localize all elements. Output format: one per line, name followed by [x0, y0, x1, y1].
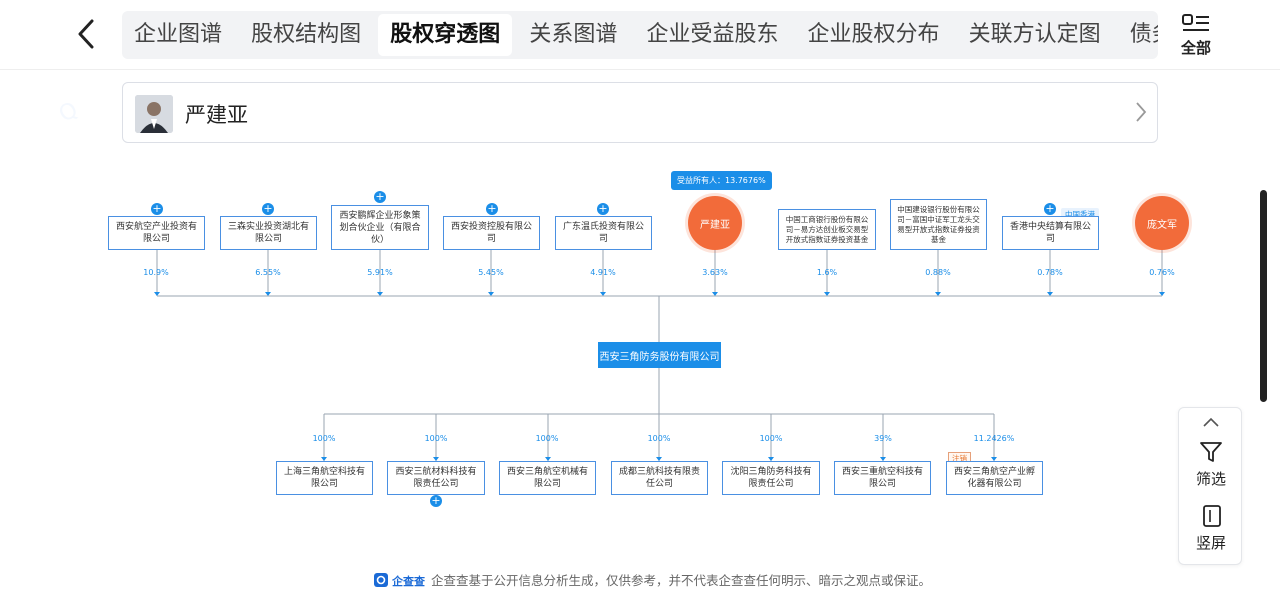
arrow-head: [600, 292, 606, 296]
portrait-rotate-icon: [1203, 505, 1221, 527]
arrow-head: [1159, 292, 1165, 296]
tab-equity-structure[interactable]: 股权结构图: [239, 11, 373, 59]
target-company-node[interactable]: 西安三角防务股份有限公司: [598, 342, 721, 368]
brand-name: 企查查: [392, 575, 425, 588]
shareholder-node[interactable]: 广东温氏投资有限公司: [555, 216, 652, 250]
portrait-label: 竖屏: [1195, 534, 1226, 552]
holding-percent: 100%: [647, 434, 671, 443]
back-button[interactable]: [68, 16, 104, 52]
expand-button[interactable]: +: [486, 203, 498, 215]
holding-percent: 100%: [535, 434, 559, 443]
share-percent: 3.63%: [702, 268, 728, 277]
share-percent: 5.91%: [367, 268, 393, 277]
expand-button[interactable]: +: [597, 203, 609, 215]
collapse-button[interactable]: [1179, 414, 1243, 432]
app-root: Q Q Q 企业图谱 股权结构图 股权穿透图 关系图谱 企业受益股东 企业股权分…: [0, 0, 1280, 591]
person-node[interactable]: 严建亚: [688, 196, 742, 250]
holding-percent: 11.2426%: [973, 434, 1015, 443]
share-percent: 5.45%: [478, 268, 504, 277]
share-percent: 0.78%: [1037, 268, 1063, 277]
share-percent: 1.6%: [816, 268, 838, 277]
chevron-up-icon: [1203, 417, 1219, 427]
chevron-right-icon: [1135, 101, 1147, 127]
holding-percent: 100%: [312, 434, 336, 443]
person-node[interactable]: 庞文军: [1135, 196, 1189, 250]
arrow-head: [265, 292, 271, 296]
subsidiary-node[interactable]: 西安三航材料科技有限责任公司: [387, 461, 485, 495]
share-percent: 0.76%: [1149, 268, 1175, 277]
tab-equity-penetration[interactable]: 股权穿透图: [378, 14, 513, 56]
side-toolbar: 筛选 竖屏: [1178, 407, 1242, 565]
tab-bar: 企业图谱 股权结构图 股权穿透图 关系图谱 企业受益股东 企业股权分布 关联方认…: [122, 11, 1158, 59]
holding-percent: 100%: [424, 434, 448, 443]
tab-relation-graph[interactable]: 关系图谱: [517, 11, 629, 59]
disclaimer: 企查查 企查查基于公开信息分析生成，仅供参考，并不代表企查查任何明示、暗示之观点或…: [374, 570, 931, 590]
arrow-head: [824, 292, 830, 296]
shareholder-node[interactable]: 香港中央结算有限公司: [1002, 216, 1099, 250]
shareholder-node[interactable]: 中国建设银行股份有限公司－富国中证军工龙头交易型开放式指数证券投资基金: [890, 199, 987, 250]
shareholder-node[interactable]: 三森实业投资湖北有限公司: [220, 216, 317, 250]
share-percent: 4.91%: [590, 268, 616, 277]
top-bar: 企业图谱 股权结构图 股权穿透图 关系图谱 企业受益股东 企业股权分布 关联方认…: [0, 0, 1280, 70]
holding-percent: 100%: [759, 434, 783, 443]
arrow-head: [1047, 292, 1053, 296]
all-tabs-label: 全部: [1180, 39, 1211, 57]
tab-related-party[interactable]: 关联方认定图: [957, 11, 1113, 59]
filter-icon: [1200, 442, 1222, 462]
expand-button[interactable]: +: [430, 495, 442, 507]
qcc-logo-icon: [374, 573, 388, 590]
shareholder-node[interactable]: 西安鹏辉企业形象策划合伙企业（有限合伙）: [331, 205, 429, 250]
equity-penetration-diagram: 受益所有人：13.7676% + 西安航空产业投资有限公司 10.9% + 三森…: [0, 150, 1260, 570]
arrow-head: [935, 292, 941, 296]
tab-equity-distribution[interactable]: 企业股权分布: [796, 11, 952, 59]
shareholder-node[interactable]: 西安投资控股有限公司: [443, 216, 540, 250]
expand-button[interactable]: +: [151, 203, 163, 215]
arrow-head: [712, 292, 718, 296]
subsidiary-node[interactable]: 西安三重航空科技有限公司: [834, 461, 931, 495]
subsidiary-node[interactable]: 沈阳三角防务科技有限责任公司: [722, 461, 820, 495]
subsidiary-node[interactable]: 成都三航科技有限责任公司: [611, 461, 708, 495]
subsidiary-node[interactable]: 西安三角航空机械有限公司: [499, 461, 596, 495]
expand-button[interactable]: +: [262, 203, 274, 215]
disclaimer-text: 企查查基于公开信息分析生成，仅供参考，并不代表企查查任何明示、暗示之观点或保证。: [431, 573, 932, 588]
filter-label: 筛选: [1195, 470, 1226, 488]
share-percent: 6.55%: [255, 268, 281, 277]
arrow-head: [154, 292, 160, 296]
person-name: 严建亚: [185, 103, 248, 127]
filter-button[interactable]: 筛选: [1179, 440, 1243, 489]
arrow-head: [377, 292, 383, 296]
subsidiary-node[interactable]: 西安三角航空产业孵化器有限公司: [946, 461, 1043, 495]
share-percent: 0.88%: [925, 268, 951, 277]
shareholder-node[interactable]: 中国工商银行股份有限公司－易方达创业板交易型开放式指数证券投资基金: [778, 209, 876, 250]
tab-enterprise-graph[interactable]: 企业图谱: [122, 11, 234, 59]
person-photo-icon: [135, 95, 173, 133]
expand-button[interactable]: +: [374, 191, 386, 203]
arrow-head: [488, 292, 494, 296]
grid-menu-icon: [1182, 14, 1209, 31]
share-percent: 10.9%: [143, 268, 169, 277]
avatar: [135, 95, 173, 133]
chevron-left-icon: [78, 19, 94, 49]
all-tabs-button[interactable]: 全部: [1176, 14, 1216, 58]
tab-beneficial-owners[interactable]: 企业受益股东: [634, 11, 790, 59]
tab-debt[interactable]: 债务/债权: [1118, 11, 1158, 59]
person-selector[interactable]: 严建亚: [122, 82, 1158, 143]
vertical-scrollbar[interactable]: [1260, 190, 1267, 402]
beneficiary-tooltip: 受益所有人：13.7676%: [671, 171, 772, 190]
expand-button[interactable]: +: [1044, 203, 1056, 215]
holding-percent: 39%: [874, 434, 892, 443]
portrait-button[interactable]: 竖屏: [1179, 504, 1243, 553]
watermark: Q: [54, 97, 83, 128]
subsidiary-node[interactable]: 上海三角航空科技有限公司: [276, 461, 373, 495]
shareholder-node[interactable]: 西安航空产业投资有限公司: [108, 216, 205, 250]
